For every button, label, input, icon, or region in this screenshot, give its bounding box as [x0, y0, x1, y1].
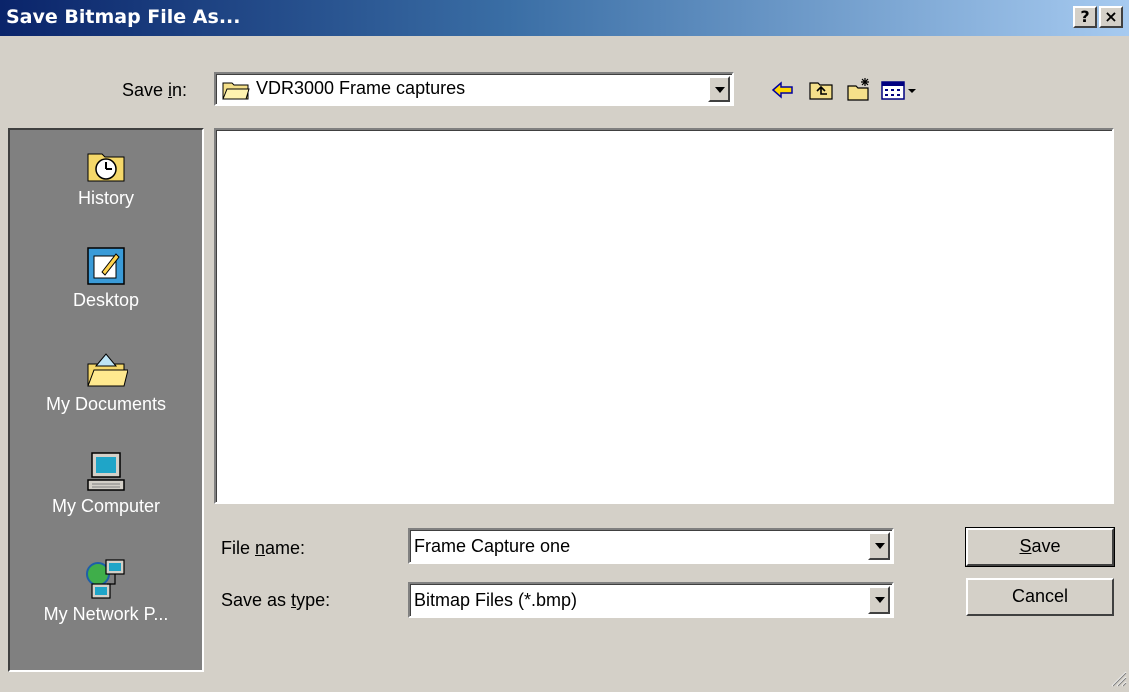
resize-grip-icon[interactable]: [1109, 669, 1127, 687]
save-as-type-label: Save as type:: [221, 590, 331, 610]
save-in-value: VDR3000 Frame captures: [256, 78, 466, 98]
cancel-button[interactable]: Cancel: [966, 578, 1114, 616]
places-bar: History Desktop My Documents My Computer…: [8, 128, 204, 672]
file-name-input[interactable]: Frame Capture one: [408, 528, 894, 564]
places-my-documents-label: My Documents: [45, 394, 167, 414]
window-title: Save Bitmap File As...: [6, 6, 241, 28]
create-new-folder-icon[interactable]: [846, 77, 872, 103]
my-documents-icon: [84, 348, 129, 392]
places-desktop-label: Desktop: [72, 290, 140, 310]
help-button[interactable]: ?: [1073, 6, 1097, 28]
places-my-documents[interactable]: My Documents: [10, 348, 202, 415]
save-in-dropdown-arrow[interactable]: [708, 76, 730, 102]
places-my-network-label: My Network P...: [43, 604, 169, 624]
my-network-places-icon: [84, 558, 128, 602]
places-desktop[interactable]: Desktop: [10, 244, 202, 311]
history-icon: [84, 142, 128, 186]
file-name-value: Frame Capture one: [414, 536, 571, 556]
save-button[interactable]: Save: [965, 527, 1115, 567]
my-computer-icon: [84, 450, 128, 494]
save-as-type-dropdown[interactable]: Bitmap Files (*.bmp): [408, 582, 894, 618]
places-my-network[interactable]: My Network P...: [10, 558, 202, 625]
title-bar[interactable]: Save Bitmap File As... ? ×: [0, 0, 1129, 36]
close-button[interactable]: ×: [1099, 6, 1123, 28]
view-menu-icon[interactable]: [880, 77, 920, 103]
back-arrow-icon[interactable]: [770, 77, 796, 103]
places-history[interactable]: History: [10, 142, 202, 209]
file-name-label: File name:: [221, 538, 306, 558]
places-history-label: History: [77, 188, 134, 208]
file-name-dropdown-arrow[interactable]: [868, 532, 890, 560]
places-my-computer-label: My Computer: [51, 496, 161, 516]
save-in-label: Save in:: [122, 80, 188, 100]
save-as-type-value: Bitmap Files (*.bmp): [414, 590, 578, 610]
places-my-computer[interactable]: My Computer: [10, 450, 202, 517]
save-as-type-dropdown-arrow[interactable]: [868, 586, 890, 614]
folder-icon: [222, 79, 250, 106]
up-one-level-icon[interactable]: [808, 77, 834, 103]
file-list[interactable]: [214, 128, 1114, 504]
desktop-icon: [84, 244, 128, 288]
save-in-dropdown[interactable]: VDR3000 Frame captures: [214, 72, 734, 106]
